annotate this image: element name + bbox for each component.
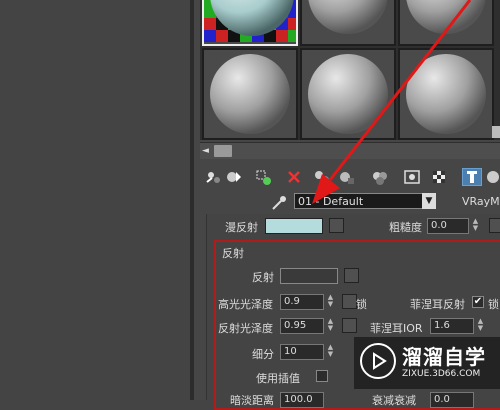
reflect-label: 反射 — [252, 271, 274, 284]
refl-gloss-map-button[interactable] — [342, 318, 357, 333]
reflection-group-title: 反射 — [222, 247, 244, 260]
material-type-button[interactable]: VRayMtl — [462, 195, 500, 208]
get-material-icon[interactable] — [204, 168, 224, 186]
material-name-bar: 01 - Default ▼ VRayMtl — [200, 192, 500, 212]
watermark-subtitle: ZIXUE.3D66.COM — [402, 369, 481, 379]
hilight-gloss-spinner[interactable]: 0.9 — [280, 294, 324, 310]
put-to-scene-icon[interactable] — [224, 168, 244, 186]
refl-gloss-spinner[interactable]: 0.95 — [280, 318, 324, 334]
fresnel-ior-label: 菲涅耳IOR — [370, 322, 423, 335]
refl-gloss-spin-arrows[interactable]: ▲ ▼ — [326, 318, 335, 334]
assign-to-selection-icon[interactable] — [254, 168, 274, 186]
use-interpolation-checkbox[interactable] — [316, 370, 328, 382]
sample-slot-1[interactable] — [202, 0, 298, 46]
watermark: 溜溜自学 ZIXUE.3D66.COM — [354, 337, 500, 389]
refl-gloss-label: 反射光泽度 — [218, 322, 273, 335]
fresnel-ior-spinner[interactable]: 1.6 — [430, 318, 474, 334]
diffuse-label: 漫反射 — [225, 221, 258, 234]
material-editor-toolbar — [200, 164, 500, 190]
scroll-left-icon[interactable]: ◄ — [202, 145, 212, 157]
reflect-map-button[interactable] — [344, 268, 359, 283]
slots-horizontal-scrollbar[interactable]: ◄ — [200, 142, 500, 159]
fresnel-ior-spin-arrows[interactable]: ▲ ▼ — [476, 318, 485, 334]
dim-distance-label: 暗淡距离 — [230, 394, 274, 407]
eyedropper-icon[interactable] — [270, 194, 288, 212]
show-map-icon[interactable] — [402, 168, 422, 186]
diffuse-row: 漫反射 粗糙度 0.0 ▲ ▼ — [207, 214, 500, 240]
sample-slot-3[interactable] — [398, 0, 494, 46]
hilight-gloss-spin-arrows[interactable]: ▲ ▼ — [326, 294, 335, 310]
fresnel-lock-label: 锁 — [488, 298, 499, 311]
dim-distance-spinner[interactable]: 100.0 — [280, 392, 324, 408]
show-end-result-icon[interactable] — [430, 168, 450, 186]
diffuse-color-swatch[interactable] — [265, 218, 323, 234]
sample-slot-2[interactable] — [300, 0, 396, 46]
play-logo-icon — [360, 343, 396, 379]
dim-falloff-spinner[interactable]: 0.0 — [430, 392, 474, 408]
fresnel-label: 菲涅耳反射 — [410, 298, 465, 311]
go-forward-icon[interactable] — [484, 168, 500, 186]
subdivs-spin-arrows[interactable]: ▲ ▼ — [326, 344, 335, 360]
reset-map-icon[interactable] — [284, 168, 304, 186]
hilight-gloss-label: 高光光泽度 — [218, 298, 273, 311]
sample-slot-4[interactable] — [202, 48, 298, 140]
subdivs-label: 细分 — [252, 348, 274, 361]
lock-label: 锁 — [356, 298, 367, 311]
roughness-label: 粗糙度 — [389, 221, 422, 234]
material-name-field[interactable]: 01 - Default — [294, 193, 436, 209]
subdivs-spinner[interactable]: 10 — [280, 344, 324, 360]
roughness-spin-arrows[interactable]: ▲ ▼ — [471, 218, 480, 234]
hilight-gloss-map-button[interactable] — [342, 294, 357, 309]
chevron-down-icon[interactable]: ▼ — [422, 193, 436, 209]
dim-falloff-label: 衰减衰减 — [372, 394, 416, 407]
fresnel-checkbox[interactable]: ✔ — [472, 296, 484, 308]
viewport-area — [0, 0, 190, 400]
sample-slot-5[interactable] — [300, 48, 396, 140]
checker-background-icon — [204, 0, 296, 42]
material-id-channel-icon[interactable] — [370, 168, 390, 186]
go-to-parent-icon[interactable] — [462, 168, 482, 186]
reflect-color-swatch[interactable] — [280, 268, 338, 284]
sample-slot-6[interactable] — [398, 48, 494, 140]
scroll-thumb[interactable] — [214, 145, 232, 157]
make-unique-icon[interactable] — [312, 168, 332, 186]
sample-slots — [200, 0, 500, 140]
use-interpolation-label: 使用插值 — [256, 372, 300, 385]
roughness-spinner[interactable]: 0.0 — [427, 218, 469, 234]
watermark-title: 溜溜自学 — [402, 345, 486, 369]
put-to-library-icon[interactable] — [336, 168, 356, 186]
diffuse-map-button[interactable] — [329, 218, 344, 233]
slots-vertical-scroll-thumb[interactable] — [492, 126, 500, 138]
roughness-map-button[interactable] — [489, 218, 500, 233]
